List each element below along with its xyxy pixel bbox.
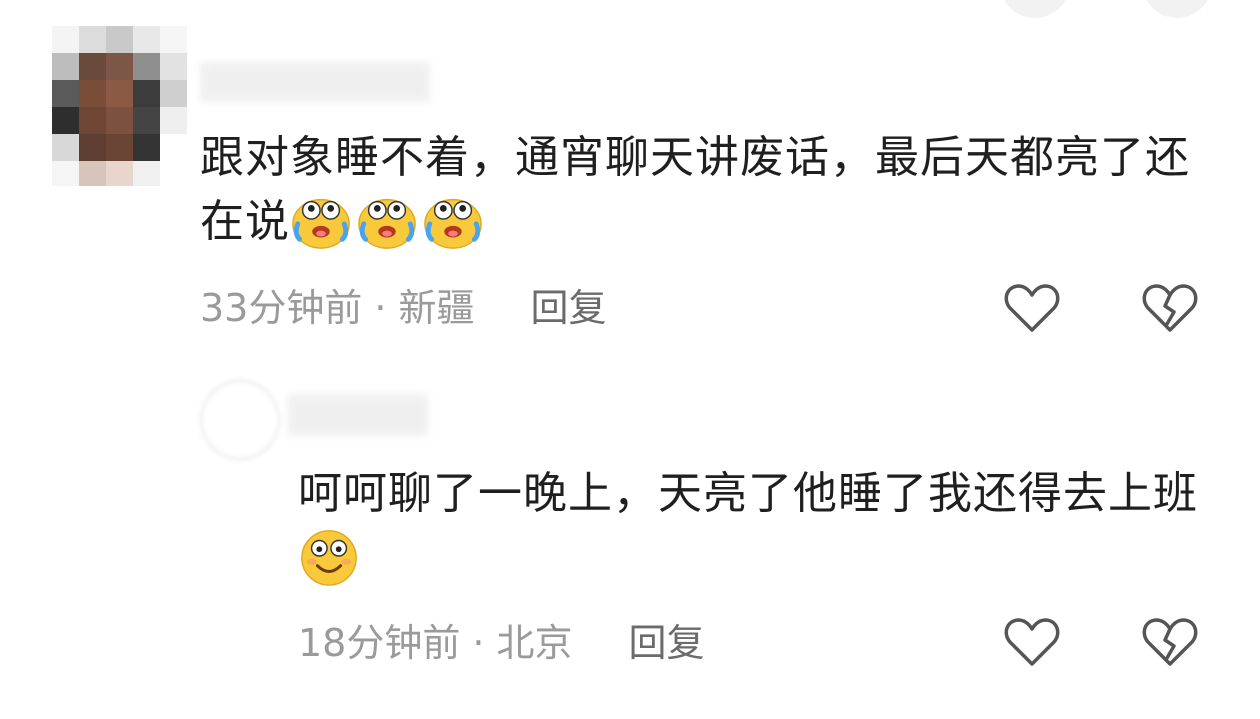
commenter-avatar[interactable]	[52, 26, 188, 186]
reply-comment-meta: 18分钟前 · 北京 回复	[298, 618, 704, 668]
reply-button[interactable]: 回复	[628, 621, 704, 665]
meta-separator: ·	[374, 286, 387, 330]
username-blurred[interactable]	[288, 394, 428, 436]
top-action-button[interactable]	[1142, 0, 1212, 18]
crying-laughing-emoji	[424, 198, 482, 249]
reply-button[interactable]: 回复	[530, 286, 606, 330]
comment-time: 18分钟前	[298, 621, 461, 665]
reply-commenter-avatar[interactable]	[200, 380, 280, 460]
meta-separator: ·	[472, 621, 485, 665]
broken-heart-icon[interactable]	[1140, 612, 1200, 672]
comment-time: 33分钟前	[200, 286, 363, 330]
reply-comment-body: 呵呵聊了一晚上，天亮了他睡了我还得去上班	[298, 462, 1218, 591]
username-blurred[interactable]	[200, 62, 430, 102]
emoji-group	[290, 196, 488, 249]
heart-outline-icon[interactable]	[1002, 612, 1062, 672]
comment-text: 呵呵聊了一晚上，天亮了他睡了我还得去上班	[298, 468, 1198, 519]
broken-heart-icon[interactable]	[1140, 278, 1200, 338]
comment-body: 跟对象睡不着，通宵聊天讲废话，最后天都亮了还在说	[200, 126, 1210, 255]
smiling-emoji	[301, 530, 357, 586]
crying-laughing-emoji	[292, 198, 350, 249]
comment-location: 北京	[496, 621, 573, 665]
top-action-button[interactable]	[1000, 0, 1070, 18]
heart-outline-icon[interactable]	[1002, 278, 1062, 338]
crying-laughing-emoji	[358, 198, 416, 249]
comment-location: 新疆	[398, 286, 475, 330]
comment-meta: 33分钟前 · 新疆 回复	[200, 283, 606, 333]
